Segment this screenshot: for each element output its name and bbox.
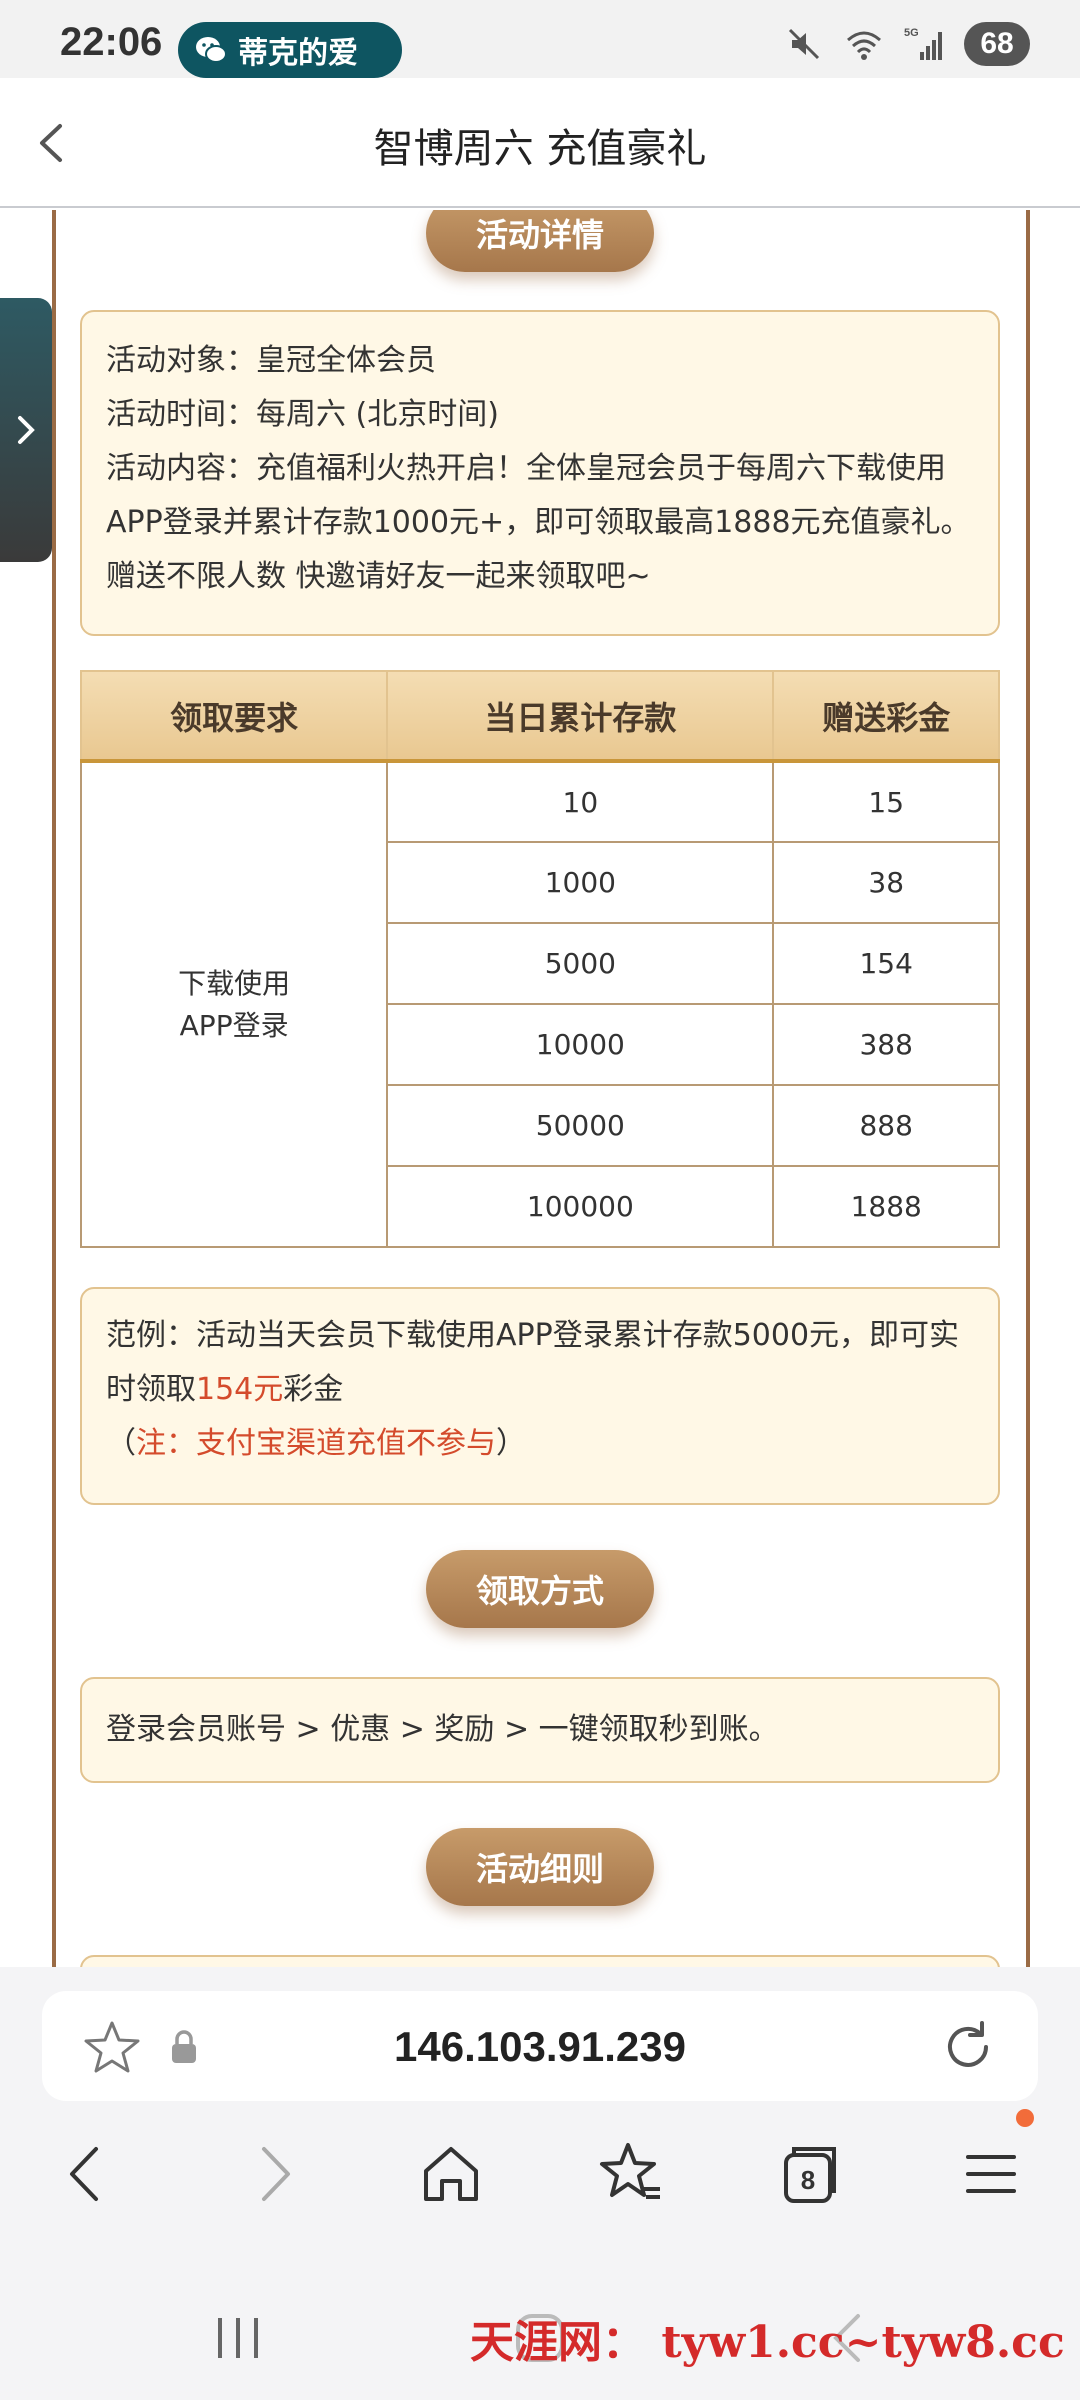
side-drawer-tab[interactable] — [0, 298, 52, 562]
signal-icon: 5G — [904, 27, 942, 60]
note-close-paren: ） — [496, 1426, 526, 1461]
activity-target: 活动对象：皇冠全体会员 — [106, 343, 436, 378]
deposit-cell: 1000 — [386, 841, 775, 924]
deposit-cell: 50000 — [386, 1084, 775, 1167]
browser-nav-row: 8 — [0, 2109, 1080, 2229]
example-prefix: 时领取 — [106, 1372, 196, 1407]
requirement-line1: 下载使用 — [178, 966, 291, 1000]
table-header-deposit: 当日累计存款 — [386, 670, 775, 763]
details-card: 活动对象：皇冠全体会员 活动时间：每周六 (北京时间) 活动内容：充值福利火热开… — [80, 310, 1000, 636]
note-open-paren: （ — [106, 1426, 136, 1461]
bookmarks-icon[interactable] — [596, 2139, 666, 2209]
example-highlight-amount: 154元 — [196, 1372, 284, 1407]
claim-instructions: 登录会员账号 > 优惠 > 奖励 > 一键领取秒到账。 — [106, 1712, 779, 1747]
page-header: 智博周六 充值豪礼 — [0, 78, 1080, 208]
mute-icon — [788, 28, 820, 60]
deposit-cell: 10 — [386, 760, 775, 843]
example-line2: 时领取154元彩金 — [106, 1363, 974, 1417]
status-bar: 22:06 蒂克的爱 5G 68 — [0, 0, 1080, 78]
url-text: 146.103.91.239 — [394, 2023, 686, 2070]
reload-icon[interactable] — [938, 2017, 998, 2077]
example-note: （注：支付宝渠道充值不参与） — [106, 1417, 974, 1471]
bonus-cell: 388 — [772, 1003, 1000, 1086]
site-watermark: 天涯网： tyw1.cc~tyw8.cc — [470, 2317, 1065, 2368]
bonus-cell: 38 — [772, 841, 1000, 924]
example-suffix: 彩金 — [283, 1372, 344, 1407]
home-icon[interactable] — [416, 2139, 486, 2209]
wechat-icon — [196, 37, 227, 63]
battery-indicator: 68 — [964, 22, 1030, 66]
browser-back-icon[interactable] — [52, 2139, 122, 2209]
activity-content-line1: 活动内容：充值福利火热开启！全体皇冠会员于每周六下载使用 — [106, 451, 946, 486]
notification-pill[interactable]: 蒂克的爱 — [178, 22, 402, 78]
deposit-cell: 100000 — [386, 1165, 775, 1248]
requirement-line2: APP登录 — [179, 1008, 289, 1042]
bonus-cell: 154 — [772, 922, 1000, 1005]
bonus-cell: 1888 — [772, 1165, 1000, 1248]
activity-rules-button[interactable]: 活动细则 — [426, 1828, 654, 1906]
deposit-cell: 10000 — [386, 1003, 775, 1086]
chevron-right-icon — [18, 416, 35, 444]
activity-content-line2: APP登录并累计存款1000元+，即可领取最高1888元充值豪礼。 — [106, 505, 971, 540]
bonus-table: 领取要求 当日累计存款 赠送彩金 下载使用 APP登录 10 15 1000 3… — [79, 670, 1000, 1248]
table-header-bonus: 赠送彩金 — [772, 670, 1000, 763]
page-content[interactable]: 活动详情 活动对象：皇冠全体会员 活动时间：每周六 (北京时间) 活动内容：充值… — [0, 210, 1080, 1967]
table-row: 下载使用 APP登录 10 15 — [79, 760, 1000, 1248]
table-header-requirement: 领取要求 — [79, 670, 389, 763]
clock: 22:06 — [60, 20, 163, 64]
bonus-cell: 15 — [772, 760, 1000, 843]
rules-card — [80, 1955, 1000, 1967]
example-card: 范例：活动当天会员下载使用APP登录累计存款5000元，即可实 时领取154元彩… — [80, 1287, 1000, 1505]
page-title: 智博周六 充值豪礼 — [373, 126, 707, 172]
recent-apps-icon[interactable] — [210, 2310, 266, 2366]
notification-pill-label: 蒂克的爱 — [238, 36, 358, 71]
deposit-cell: 5000 — [386, 922, 775, 1005]
tab-count: 8 — [801, 2165, 815, 2195]
activity-details-button[interactable]: 活动详情 — [426, 210, 654, 272]
claim-method-button[interactable]: 领取方式 — [426, 1550, 654, 1628]
network-label: 5G — [904, 27, 919, 39]
address-bar[interactable]: 146.103.91.239 — [42, 1991, 1038, 2101]
wifi-icon — [847, 31, 881, 60]
activity-content-line3: 赠送不限人数 快邀请好友一起来领取吧~ — [106, 559, 651, 594]
activity-time: 活动时间：每周六 (北京时间) — [106, 397, 499, 432]
claim-card: 登录会员账号 > 优惠 > 奖励 > 一键领取秒到账。 — [80, 1677, 1000, 1783]
menu-icon[interactable] — [956, 2139, 1026, 2209]
example-line1: 范例：活动当天会员下载使用APP登录累计存款5000元，即可实 — [106, 1318, 960, 1353]
tabs-icon[interactable]: 8 — [774, 2139, 844, 2209]
bonus-cell: 888 — [772, 1084, 1000, 1167]
requirement-cell: 下载使用 APP登录 — [79, 760, 389, 1248]
browser-forward-icon[interactable] — [238, 2139, 308, 2209]
note-text: 注：支付宝渠道充值不参与 — [136, 1426, 496, 1461]
menu-notification-dot — [1016, 2109, 1034, 2127]
